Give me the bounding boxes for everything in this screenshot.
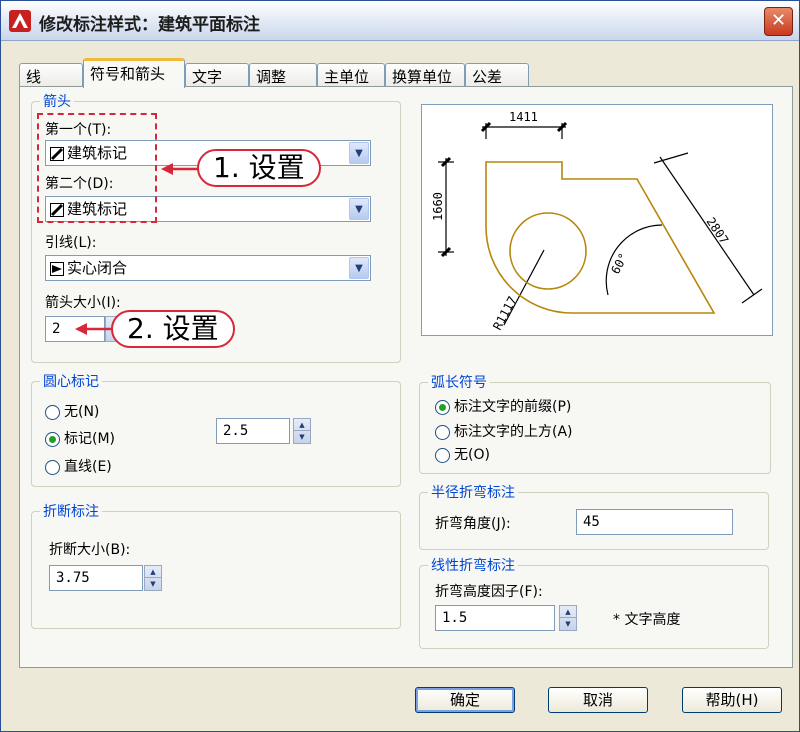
dimension-radius-label: R1117 — [490, 294, 519, 332]
callout-step-2: 2. 设置 — [111, 310, 235, 348]
dimension-angle-label: 60° — [608, 251, 631, 277]
arrowheads-group-title: 箭头 — [40, 91, 74, 111]
arc-none-option[interactable]: 无(O) — [435, 444, 490, 464]
chevron-down-icon[interactable]: ▼ — [349, 198, 369, 220]
spin-up-icon[interactable]: ▲ — [145, 566, 161, 578]
break-size-input[interactable]: 3.75 — [49, 565, 143, 591]
arc-prefix-label: 标注文字的前缀(P) — [454, 399, 572, 415]
arc-above-label: 标注文字的上方(A) — [454, 424, 573, 440]
linear-jog-group-title: 线性折弯标注 — [428, 555, 518, 575]
center-mark-mark-option[interactable]: 标记(M) — [45, 428, 115, 448]
center-mark-mark-label: 标记(M) — [64, 431, 116, 447]
arc-none-label: 无(O) — [454, 447, 490, 463]
jog-height-factor-input[interactable]: 1.5 — [435, 605, 555, 631]
radio-button[interactable] — [45, 459, 60, 475]
radius-jog-group-title: 半径折弯标注 — [428, 482, 518, 502]
jog-angle-label: 折弯角度(J): — [435, 516, 511, 532]
center-mark-line-option[interactable]: 直线(E) — [45, 456, 112, 476]
spin-down-icon[interactable]: ▼ — [145, 578, 161, 590]
chevron-down-icon[interactable]: ▼ — [349, 142, 369, 164]
callout-arrow-2-icon — [75, 323, 115, 335]
center-mark-line-label: 直线(E) — [64, 459, 112, 475]
arc-prefix-option[interactable]: 标注文字的前缀(P) — [435, 396, 571, 416]
arrow-size-label: 箭头大小(I): — [45, 295, 121, 311]
radio-button[interactable] — [435, 447, 450, 463]
autocad-app-icon — [9, 10, 31, 32]
center-mark-size-spinner[interactable]: ▲ ▼ — [293, 418, 311, 444]
closed-filled-arrow-icon — [50, 261, 64, 276]
ok-button[interactable]: 确定 — [415, 687, 515, 713]
leader-value: 实心闭合 — [67, 259, 128, 277]
dimension-break-group-title: 折断标注 — [40, 501, 102, 521]
jog-height-factor-label: 折弯高度因子(F): — [435, 584, 543, 600]
window-title: 修改标注样式：建筑平面标注 — [39, 15, 260, 35]
tab-symbols-arrows[interactable]: 符号和箭头 — [83, 58, 185, 88]
radio-button[interactable] — [45, 404, 60, 420]
center-mark-none-option[interactable]: 无(N) — [45, 401, 99, 421]
arc-length-group-title: 弧长符号 — [428, 372, 490, 392]
dimension-preview-drawing: 1411 1660 2807 60° R1117 — [431, 110, 763, 332]
break-size-spinner[interactable]: ▲ ▼ — [144, 565, 162, 591]
spin-down-icon[interactable]: ▼ — [560, 618, 576, 630]
center-mark-size-input[interactable]: 2.5 — [216, 418, 290, 444]
close-button[interactable]: ✕ — [764, 7, 793, 36]
callout-arrow-1-icon — [161, 163, 201, 175]
tab-text[interactable]: 文字 — [185, 63, 249, 87]
center-marks-group-title: 圆心标记 — [40, 371, 102, 391]
spin-down-icon[interactable]: ▼ — [294, 431, 310, 443]
tab-tolerances[interactable]: 公差 — [465, 63, 529, 87]
tab-fit[interactable]: 调整 — [249, 63, 317, 87]
title-bar[interactable]: 修改标注样式：建筑平面标注 ✕ — [1, 1, 799, 41]
break-size-label: 折断大小(B): — [49, 542, 131, 558]
chevron-down-icon[interactable]: ▼ — [349, 257, 369, 279]
tab-alternate-units[interactable]: 换算单位 — [385, 63, 465, 87]
arc-above-option[interactable]: 标注文字的上方(A) — [435, 421, 573, 441]
annotation-dashed-highlight — [37, 113, 157, 223]
dimension-2807-label: 2807 — [704, 215, 732, 247]
dimension-1660-label: 1660 — [431, 192, 445, 221]
center-mark-none-label: 无(N) — [64, 404, 100, 420]
dialog-window: 修改标注样式：建筑平面标注 ✕ 线 符号和箭头 文字 调整 主单位 换算单位 公… — [0, 0, 800, 732]
callout-step-1: 1. 设置 — [197, 149, 321, 187]
spin-up-icon[interactable]: ▲ — [294, 419, 310, 431]
preview-pane: 1411 1660 2807 60° R1117 — [421, 104, 773, 336]
radio-button-selected[interactable] — [45, 431, 60, 447]
tab-lines[interactable]: 线 — [19, 63, 83, 87]
tab-primary-units[interactable]: 主单位 — [317, 63, 385, 87]
dimension-1411-label: 1411 — [509, 110, 538, 124]
jog-angle-input[interactable]: 45 — [576, 509, 733, 535]
leader-select[interactable]: 实心闭合 ▼ — [45, 255, 371, 281]
leader-label: 引线(L): — [45, 235, 97, 251]
text-height-unit-label: * 文字高度 — [613, 612, 681, 628]
radio-button[interactable] — [435, 424, 450, 440]
spin-up-icon[interactable]: ▲ — [560, 606, 576, 618]
cancel-button[interactable]: 取消 — [548, 687, 648, 713]
radio-button-selected[interactable] — [435, 399, 450, 415]
jog-height-factor-spinner[interactable]: ▲ ▼ — [559, 605, 577, 631]
help-button[interactable]: 帮助(H) — [682, 687, 782, 713]
